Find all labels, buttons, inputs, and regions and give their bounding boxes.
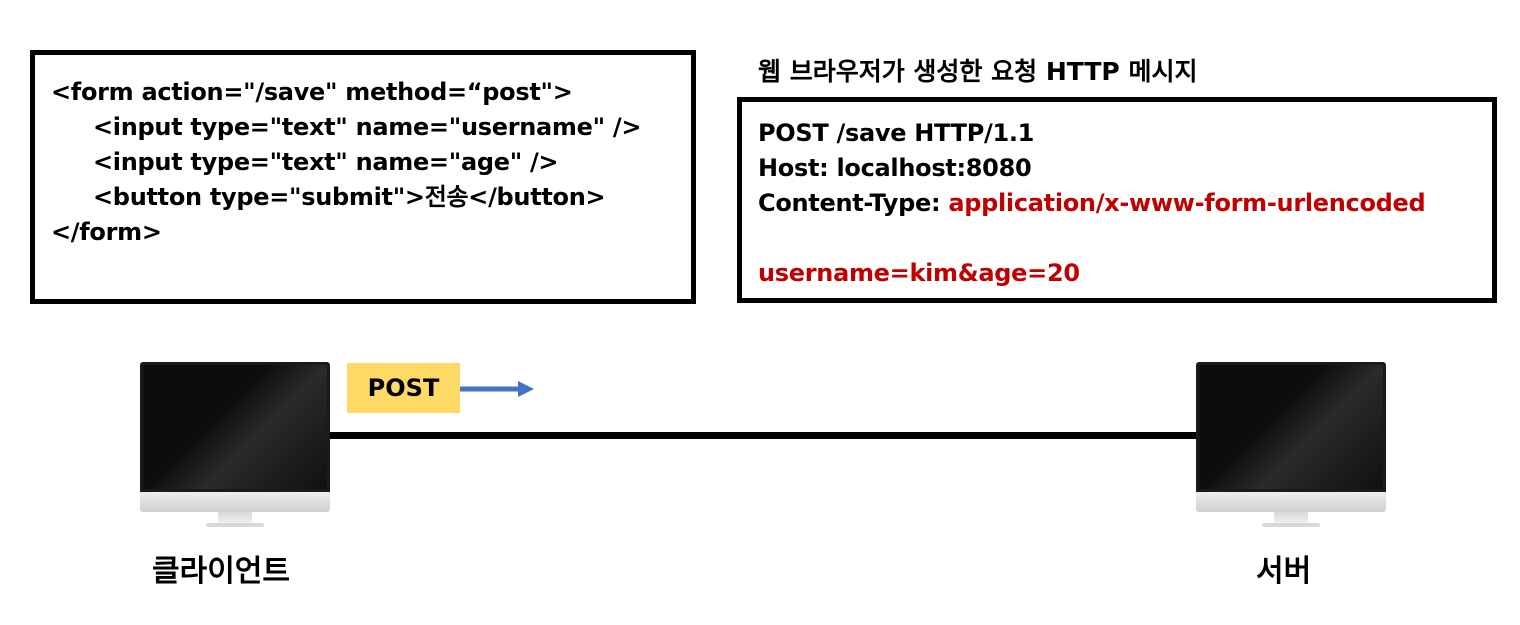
client-monitor-icon	[140, 362, 330, 528]
server-label: 서버	[1256, 554, 1312, 589]
http-message-box: POST /save HTTP/1.1 Host: localhost:8080…	[737, 97, 1497, 303]
network-connection-line	[330, 432, 1196, 439]
html-form-code-box: <form action="/save" method=“post"> <inp…	[30, 50, 696, 304]
request-line: POST /save HTTP/1.1	[758, 119, 1035, 147]
submit-button-line: <button type="submit">전송</button>	[93, 183, 606, 211]
form-close-tag-line: </form>	[51, 218, 162, 246]
client-base	[206, 523, 264, 527]
post-method-badge: POST	[347, 363, 460, 413]
username-input-line: <input type="text" name="username" />	[93, 113, 642, 141]
http-message-title: 웹 브라우저가 생성한 요청 HTTP 메시지	[758, 57, 1198, 86]
host-header-line: Host: localhost:8080	[758, 154, 1032, 182]
server-monitor-icon	[1196, 362, 1386, 528]
arrow-right-icon	[460, 381, 534, 397]
content-type-header-line: Content-Type: application/x-www-form-url…	[758, 188, 1426, 218]
client-chin	[140, 492, 330, 512]
server-base	[1262, 523, 1320, 527]
form-open-tag-line: <form action="/save" method=“post">	[51, 78, 573, 106]
message-body-line: username=kim&age=20	[758, 259, 1080, 287]
client-screen	[140, 362, 330, 492]
content-type-value: application/x-www-form-urlencoded	[948, 189, 1426, 217]
server-screen	[1196, 362, 1386, 492]
content-type-label: Content-Type:	[758, 189, 949, 217]
client-label: 클라이언트	[152, 554, 290, 589]
server-chin	[1196, 492, 1386, 512]
age-input-line: <input type="text" name="age" />	[93, 148, 559, 176]
